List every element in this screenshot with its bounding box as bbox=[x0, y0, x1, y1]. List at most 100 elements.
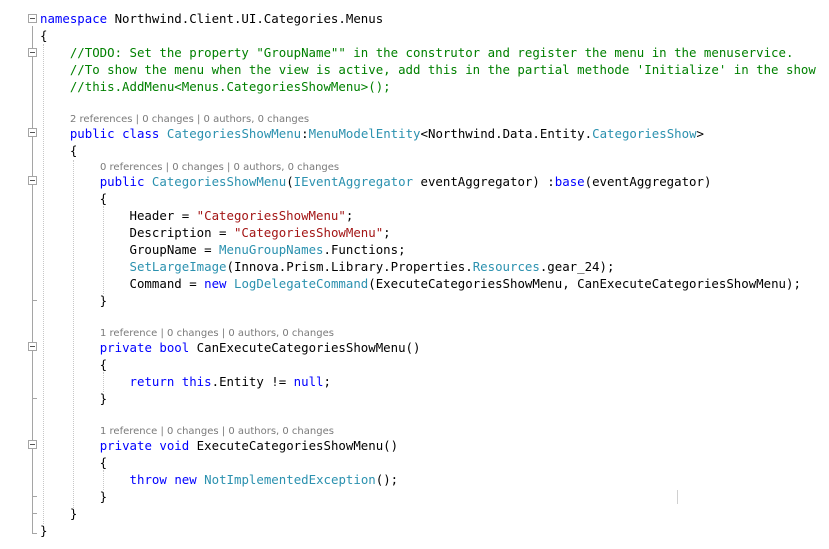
code-line-class-open-brace[interactable]: { bbox=[40, 142, 77, 159]
argument-path: (Innova.Prism.Library.Properties. bbox=[226, 259, 473, 274]
namespace-name: Northwind.Client.UI.Categories.Menus bbox=[107, 11, 384, 26]
codelens-separator: | bbox=[218, 426, 229, 437]
codelens-authors-link[interactable]: 0 authors, 0 changes bbox=[228, 426, 334, 437]
text-caret bbox=[677, 490, 678, 504]
colon: : bbox=[301, 126, 309, 141]
codelens-references-link[interactable]: 1 reference bbox=[100, 328, 157, 339]
outline-end-exec bbox=[32, 496, 37, 497]
method-name: SetLargeImage bbox=[129, 259, 227, 274]
code-line-throw-statement[interactable]: throw new NotImplementedException(); bbox=[40, 471, 399, 488]
generic-namespace: Northwind.Data.Entity. bbox=[427, 126, 593, 141]
code-line-constructor[interactable]: public CategoriesShowMenu(IEventAggregat… bbox=[40, 173, 712, 190]
code-line-description-assign[interactable]: Description = "CategoriesShowMenu"; bbox=[40, 224, 391, 241]
semicolon: ; bbox=[323, 374, 331, 389]
collapse-canexec-toggle[interactable] bbox=[28, 342, 37, 351]
brace: } bbox=[40, 489, 108, 504]
brace: { bbox=[40, 191, 108, 206]
codelens-changes-link[interactable]: 0 changes bbox=[167, 328, 219, 339]
code-line-ctor-open-brace[interactable]: { bbox=[40, 190, 107, 207]
brace: { bbox=[40, 28, 48, 43]
codelens-authors-link[interactable]: 0 authors, 0 changes bbox=[234, 162, 340, 173]
keyword-null: null bbox=[293, 374, 324, 389]
keyword-bool: bool bbox=[159, 340, 190, 355]
keyword-private: private bbox=[99, 438, 152, 453]
codelens-references-link[interactable]: 0 references bbox=[100, 162, 163, 173]
method-signature: ExecuteCategoriesShowMenu() bbox=[189, 438, 399, 453]
code-line-exec-open-brace[interactable]: { bbox=[40, 454, 107, 471]
keyword-void: void bbox=[159, 438, 190, 453]
code-line-setlargeimage[interactable]: SetLargeImage(Innova.Prism.Library.Prope… bbox=[40, 258, 615, 275]
codelens-separator: | bbox=[162, 162, 173, 173]
code-line-canexecute-declaration[interactable]: private bool CanExecuteCategoriesShowMen… bbox=[40, 339, 421, 356]
argument-tail: .gear_24); bbox=[539, 259, 615, 274]
collapse-namespace-toggle[interactable] bbox=[28, 14, 37, 23]
class-name: CategoriesShowMenu bbox=[166, 126, 302, 141]
code-line-open-brace[interactable]: { bbox=[40, 27, 47, 44]
brace: { bbox=[40, 455, 108, 470]
constructor-name: CategoriesShowMenu bbox=[151, 174, 287, 189]
collapse-class-toggle[interactable] bbox=[28, 128, 37, 137]
paren-open: ( bbox=[286, 174, 294, 189]
brace: } bbox=[40, 391, 108, 406]
codelens-separator: | bbox=[157, 328, 168, 339]
code-line-comment-addmenu[interactable]: //this.AddMenu<Menus.CategoriesShowMenu>… bbox=[40, 78, 391, 95]
code-line-comment-todo[interactable]: //TODO: Set the property "GroupName"" in… bbox=[40, 44, 794, 61]
comment-text: //To show the menu when the view is acti… bbox=[40, 62, 816, 77]
constructor-args: (ExecuteCategoriesShowMenu, CanExecuteCa… bbox=[368, 276, 801, 291]
brace: { bbox=[40, 143, 78, 158]
base-args: (eventAggregator) bbox=[584, 174, 712, 189]
brace: } bbox=[40, 523, 48, 538]
keyword-private: private bbox=[99, 340, 152, 355]
code-editor[interactable]: namespace Northwind.Client.UI.Categories… bbox=[0, 0, 829, 549]
codelens-changes-link[interactable]: 0 changes bbox=[142, 114, 194, 125]
codelens-separator: | bbox=[157, 426, 168, 437]
keyword-class: class bbox=[122, 126, 160, 141]
code-line-class-close-brace[interactable]: } bbox=[40, 505, 77, 522]
codelens-authors-link[interactable]: 0 authors, 0 changes bbox=[204, 114, 310, 125]
codelens-references-link[interactable]: 1 reference bbox=[100, 426, 157, 437]
codelens-changes-link[interactable]: 0 changes bbox=[172, 162, 224, 173]
member-access: .Functions; bbox=[323, 242, 406, 257]
code-line-command-assign[interactable]: Command = new LogDelegateCommand(Execute… bbox=[40, 275, 801, 292]
string-literal: "CategoriesShowMenu" bbox=[196, 208, 346, 223]
code-line-namespace-close-brace[interactable]: } bbox=[40, 522, 47, 539]
codelens-references-link[interactable]: 2 references bbox=[70, 114, 133, 125]
code-line-header-assign[interactable]: Header = "CategoriesShowMenu"; bbox=[40, 207, 354, 224]
comment-text: //TODO: Set the property "GroupName"" in… bbox=[40, 45, 794, 60]
codelens-separator: | bbox=[132, 114, 143, 125]
call-parens: (); bbox=[375, 472, 399, 487]
outline-end-ctor bbox=[32, 300, 37, 301]
code-line-canexec-open-brace[interactable]: { bbox=[40, 356, 107, 373]
keyword-return: return bbox=[129, 374, 175, 389]
codelens-authors-link[interactable]: 0 authors, 0 changes bbox=[228, 328, 334, 339]
outline-rail bbox=[32, 26, 33, 534]
keyword-base: base bbox=[554, 174, 585, 189]
collapse-exec-toggle[interactable] bbox=[28, 440, 37, 449]
code-line-namespace[interactable]: namespace Northwind.Client.UI.Categories… bbox=[40, 10, 383, 27]
string-literal: "CategoriesShowMenu" bbox=[233, 225, 384, 240]
code-line-comment-show[interactable]: //To show the menu when the view is acti… bbox=[40, 61, 816, 78]
assign-target: Header = bbox=[40, 208, 197, 223]
collapse-ctor-toggle[interactable] bbox=[28, 176, 37, 185]
code-line-groupname-assign[interactable]: GroupName = MenuGroupNames.Functions; bbox=[40, 241, 406, 258]
assign-target: Command = bbox=[40, 276, 205, 291]
code-line-exec-close-brace[interactable]: } bbox=[40, 488, 107, 505]
parameter-type: IEventAggregator bbox=[293, 174, 414, 189]
codelens-separator: | bbox=[193, 114, 204, 125]
outline-end-namespace bbox=[32, 533, 37, 534]
collapse-comment-toggle[interactable] bbox=[28, 48, 37, 57]
outline-end-canexec bbox=[32, 398, 37, 399]
code-line-return-statement[interactable]: return this.Entity != null; bbox=[40, 373, 331, 390]
code-line-canexec-close-brace[interactable]: } bbox=[40, 390, 107, 407]
brace: } bbox=[40, 293, 108, 308]
code-line-ctor-close-brace[interactable]: } bbox=[40, 292, 107, 309]
code-line-class-declaration[interactable]: public class CategoriesShowMenu:MenuMode… bbox=[40, 125, 704, 142]
codelens-changes-link[interactable]: 0 changes bbox=[167, 426, 219, 437]
outline-end-class bbox=[32, 513, 37, 514]
code-line-execute-declaration[interactable]: private void ExecuteCategoriesShowMenu() bbox=[40, 437, 398, 454]
